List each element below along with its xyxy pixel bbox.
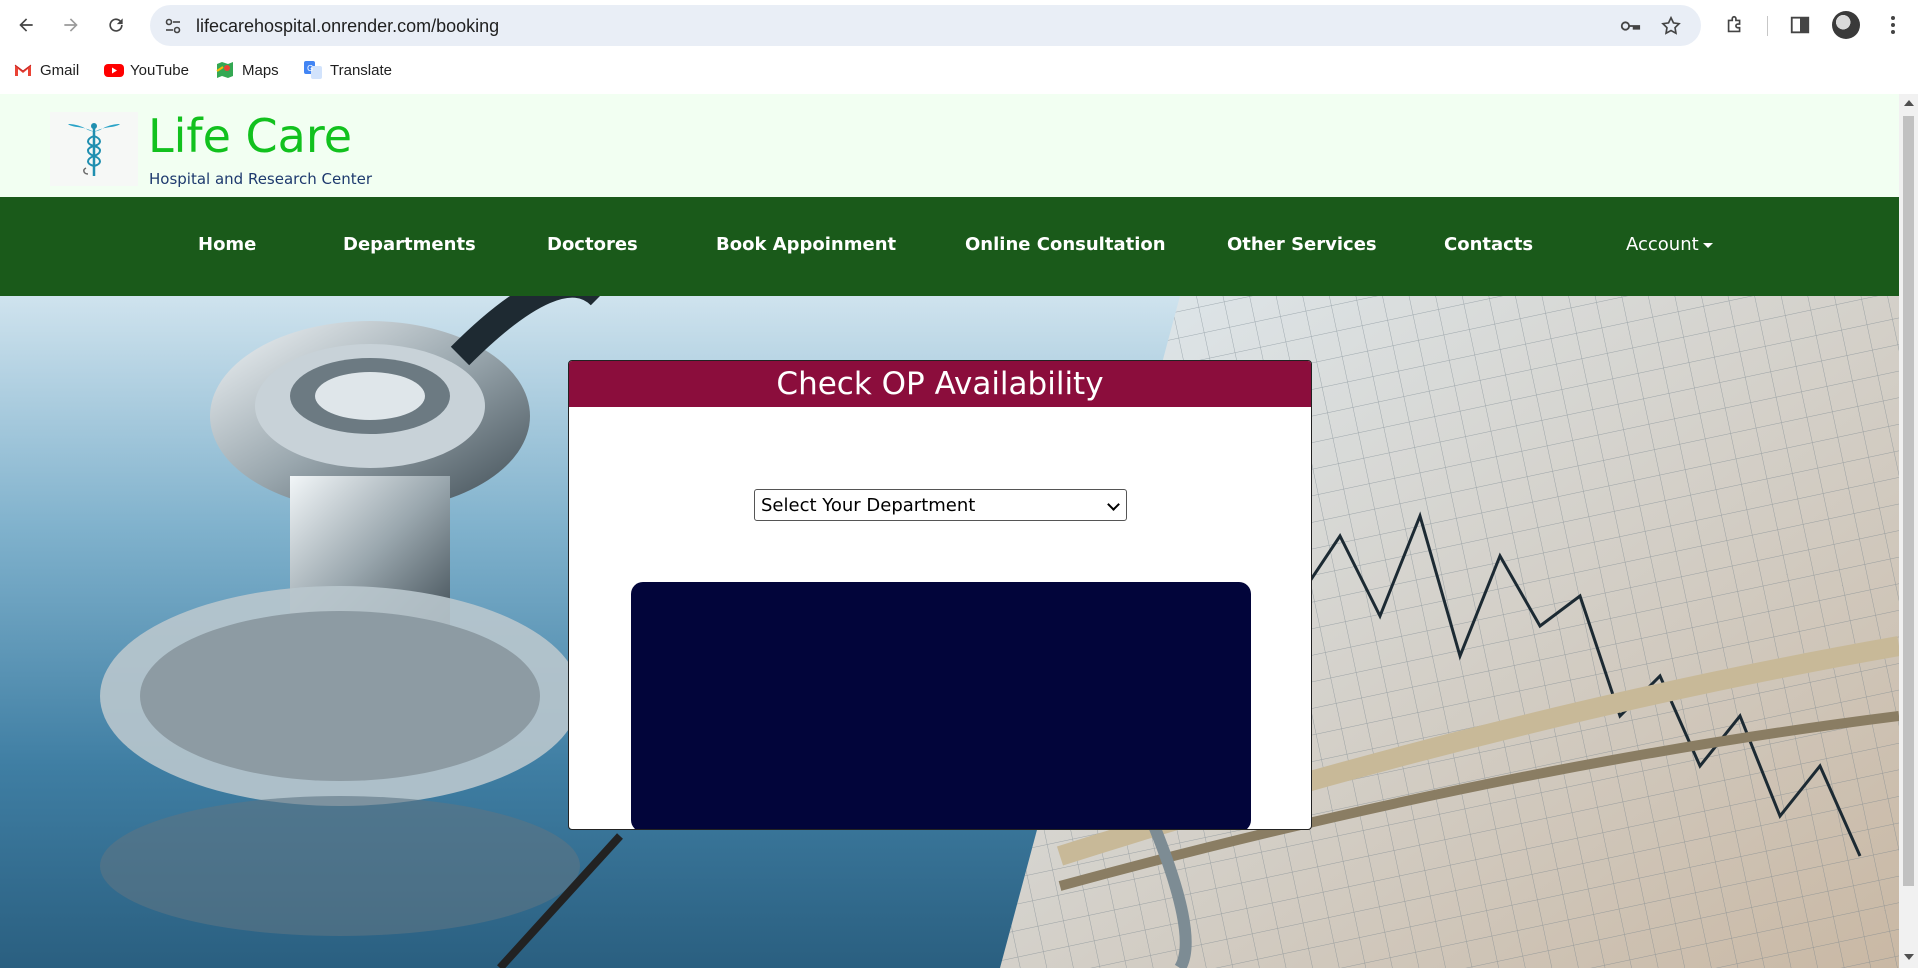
bookmark-label: Translate	[330, 61, 392, 79]
page-viewport: Life Care Hospital and Research Center H…	[0, 94, 1899, 968]
main-navigation: Home Departments Doctores Book Appoinmen…	[0, 197, 1899, 296]
bookmark-star-icon[interactable]	[1660, 15, 1682, 37]
toolbar-separator	[1767, 16, 1768, 36]
maps-icon	[216, 61, 234, 79]
bookmark-gmail[interactable]: Gmail	[14, 61, 79, 79]
svg-text:G: G	[307, 64, 313, 73]
page-scrollbar[interactable]	[1899, 94, 1918, 968]
bookmarks-bar: Gmail YouTube Maps G Translate	[0, 50, 1918, 94]
bookmark-label: YouTube	[130, 61, 189, 79]
nav-doctores[interactable]: Doctores	[547, 234, 638, 255]
bookmark-youtube[interactable]: YouTube	[104, 61, 189, 79]
caduceus-logo-icon	[50, 112, 138, 186]
site-header: Life Care Hospital and Research Center	[0, 94, 1899, 197]
reload-icon[interactable]	[99, 8, 133, 42]
card-header: Check OP Availability	[569, 361, 1311, 407]
account-label: Account	[1626, 234, 1699, 255]
back-icon[interactable]	[9, 8, 43, 42]
bookmark-maps[interactable]: Maps	[216, 61, 279, 79]
bookmark-translate[interactable]: G Translate	[304, 61, 392, 79]
nav-contacts[interactable]: Contacts	[1444, 234, 1533, 255]
department-select[interactable]: Select Your Department	[754, 489, 1127, 521]
gmail-icon	[14, 61, 32, 79]
hero-background: Check OP Availability Select Your Depart…	[0, 296, 1899, 968]
scroll-up-icon[interactable]	[1904, 100, 1914, 106]
forward-icon[interactable]	[54, 8, 88, 42]
password-key-icon[interactable]	[1619, 15, 1641, 37]
caret-down-icon	[1702, 242, 1713, 248]
browser-toolbar: lifecarehospital.onrender.com/booking	[0, 0, 1918, 50]
translate-icon: G	[304, 61, 322, 79]
bookmark-label: Gmail	[40, 61, 80, 79]
scroll-down-icon[interactable]	[1904, 954, 1914, 960]
nav-online-consultation[interactable]: Online Consultation	[965, 234, 1166, 255]
nav-home[interactable]: Home	[198, 234, 256, 255]
availability-result-panel	[631, 582, 1251, 829]
brand-name[interactable]: Life Care	[148, 109, 352, 163]
card-title: Check OP Availability	[776, 366, 1104, 402]
profile-avatar[interactable]	[1832, 11, 1860, 39]
url-text[interactable]: lifecarehospital.onrender.com/booking	[196, 16, 499, 37]
nav-departments[interactable]: Departments	[343, 234, 476, 255]
side-panel-icon[interactable]	[1787, 12, 1813, 38]
site-info-icon[interactable]	[162, 15, 184, 37]
extensions-icon[interactable]	[1722, 12, 1748, 38]
bookmark-label: Maps	[242, 61, 279, 79]
nav-other-services[interactable]: Other Services	[1227, 234, 1377, 255]
chevron-down-icon	[1107, 498, 1120, 511]
address-bar[interactable]: lifecarehospital.onrender.com/booking	[150, 5, 1701, 46]
brand-tagline: Hospital and Research Center	[149, 170, 373, 188]
op-availability-card: Check OP Availability Select Your Depart…	[568, 360, 1312, 830]
department-select-value: Select Your Department	[761, 494, 976, 516]
nav-book-appoinment[interactable]: Book Appoinment	[716, 234, 896, 255]
nav-account-dropdown[interactable]: Account	[1626, 234, 1713, 255]
menu-kebab-icon[interactable]	[1880, 12, 1906, 38]
scrollbar-thumb[interactable]	[1903, 116, 1914, 886]
youtube-icon	[104, 61, 124, 79]
